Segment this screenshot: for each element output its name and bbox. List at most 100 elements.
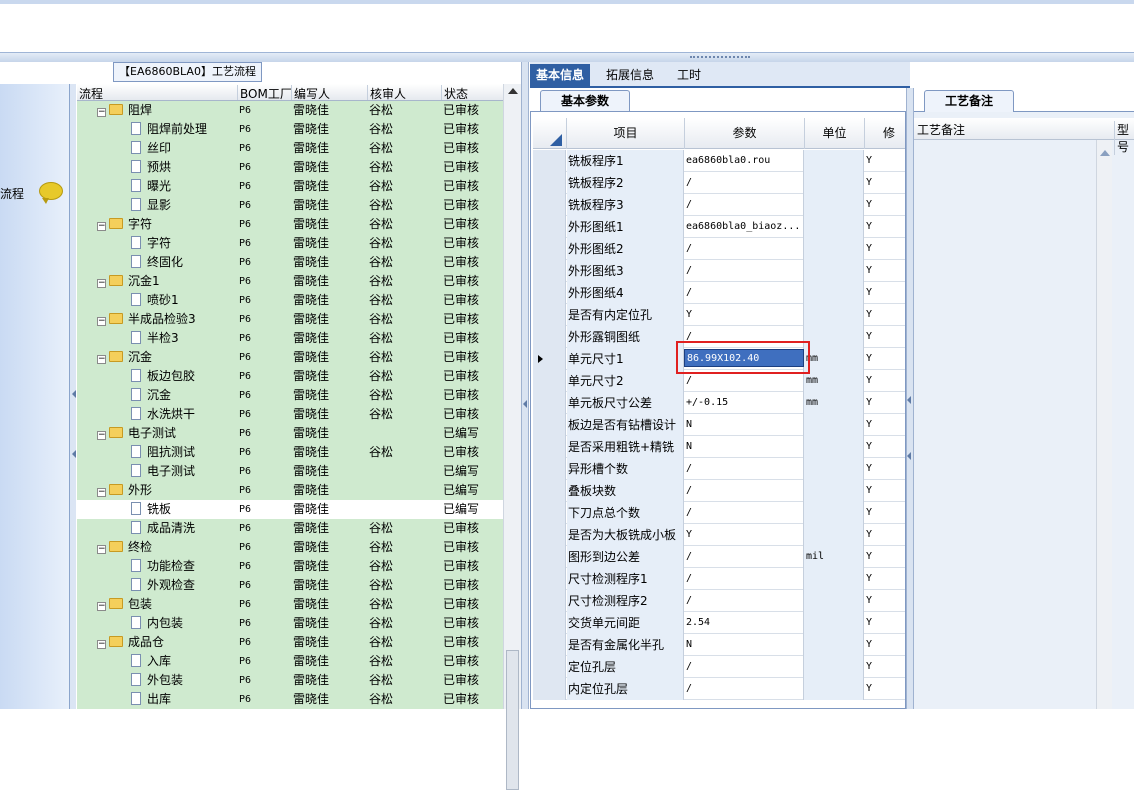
grid-cell-param[interactable]: /: [684, 678, 804, 700]
scroll-thumb[interactable]: [506, 650, 519, 790]
tree-node[interactable]: 阻焊前处理: [131, 120, 207, 139]
tree-node[interactable]: 成品清洗: [131, 519, 195, 538]
tree-row[interactable]: 丝印 P6 雷晓佳 谷松 已审核: [77, 139, 503, 158]
row-indicator[interactable]: [533, 656, 566, 678]
grid-cell-param[interactable]: /: [684, 656, 804, 678]
remarks-scrollbar[interactable]: [1096, 140, 1112, 709]
tree-row[interactable]: 阻焊前处理 P6 雷晓佳 谷松 已审核: [77, 120, 503, 139]
grid-row[interactable]: 外形图纸1 ea6860bla0_biaoz... Y: [533, 216, 905, 238]
tree-row[interactable]: 外包装 P6 雷晓佳 谷松 已审核: [77, 671, 503, 690]
tab-process-remarks[interactable]: 工艺备注: [924, 90, 1014, 112]
tab-basic-info[interactable]: 基本信息: [530, 64, 591, 86]
tree-node[interactable]: − 成品仓: [97, 633, 164, 652]
grid-row[interactable]: 外形图纸4/ Y: [533, 282, 905, 304]
tree-node[interactable]: − 字符: [97, 215, 152, 234]
grid-row[interactable]: 是否有内定位孔 Y Y: [533, 304, 905, 326]
tree-row[interactable]: − 终检 P6 雷晓佳 谷松 已审核: [77, 538, 503, 557]
row-indicator[interactable]: [533, 678, 566, 700]
tree-row[interactable]: 显影 P6 雷晓佳 谷松 已审核: [77, 196, 503, 215]
tree-row[interactable]: 成品清洗 P6 雷晓佳 谷松 已审核: [77, 519, 503, 538]
tree-row[interactable]: 外观检查 P6 雷晓佳 谷松 已审核: [77, 576, 503, 595]
collapse-icon[interactable]: −: [97, 279, 106, 288]
tree-row[interactable]: − 包装 P6 雷晓佳 谷松 已审核: [77, 595, 503, 614]
collapse-right-icon[interactable]: [907, 452, 911, 460]
grid-cell-param[interactable]: /: [684, 568, 804, 590]
tree-row[interactable]: 板边包胶 P6 雷晓佳 谷松 已审核: [77, 367, 503, 386]
grid-cell-param[interactable]: N: [684, 634, 804, 656]
grid-row[interactable]: 单元板尺寸公差 +/-0.15 mm Y: [533, 392, 905, 414]
tree-node[interactable]: 沉金: [131, 386, 171, 405]
tree-row[interactable]: 字符 P6 雷晓佳 谷松 已审核: [77, 234, 503, 253]
collapse-center-icon[interactable]: [523, 400, 527, 408]
tab-basic-params[interactable]: 基本参数: [540, 90, 630, 112]
tree-scrollbar[interactable]: [503, 84, 521, 790]
tree-node[interactable]: 预烘: [131, 158, 171, 177]
grid-cell-param[interactable]: /: [684, 282, 804, 304]
grid-row[interactable]: 叠板块数 / Y: [533, 480, 905, 502]
grid-cell-param[interactable]: Y: [684, 304, 804, 326]
tree-node[interactable]: − 沉金1: [97, 272, 160, 291]
tree-row[interactable]: − 字符 P6 雷晓佳 谷松 已审核: [77, 215, 503, 234]
row-indicator[interactable]: [533, 458, 566, 480]
grid-row[interactable]: 尺寸检测程序2/ Y: [533, 590, 905, 612]
row-indicator[interactable]: [533, 480, 566, 502]
tree-node[interactable]: 外包装: [131, 671, 183, 690]
collapse-icon[interactable]: −: [97, 431, 106, 440]
col-remarks[interactable]: 工艺备注: [917, 121, 965, 138]
tree-node[interactable]: 铣板: [131, 500, 171, 519]
col-param[interactable]: 参数: [684, 118, 804, 149]
row-indicator[interactable]: [533, 260, 566, 282]
tree-row[interactable]: 半检3 P6 雷晓佳 谷松 已审核: [77, 329, 503, 348]
row-indicator[interactable]: [533, 392, 566, 414]
tree-row[interactable]: − 沉金 P6 雷晓佳 谷松 已审核: [77, 348, 503, 367]
col-unit[interactable]: 单位: [804, 118, 864, 149]
tree-node[interactable]: 阻抗测试: [131, 443, 195, 462]
row-indicator[interactable]: [533, 590, 566, 612]
tree-row[interactable]: − 外形 P6 雷晓佳 已编写: [77, 481, 503, 500]
row-indicator[interactable]: [533, 326, 566, 348]
col-flow[interactable]: 流程: [77, 85, 103, 101]
grid-row[interactable]: 是否采用粗铣+精铣 N Y: [533, 436, 905, 458]
collapse-icon[interactable]: −: [97, 108, 106, 117]
grid-row[interactable]: 板边是否有钻槽设计 N Y: [533, 414, 905, 436]
grid-cell-param[interactable]: /: [684, 502, 804, 524]
tree-node[interactable]: 功能检查: [131, 557, 195, 576]
grid-row[interactable]: 图形到边公差 / mil Y: [533, 546, 905, 568]
tree-node[interactable]: 电子测试: [131, 462, 195, 481]
row-indicator[interactable]: [533, 568, 566, 590]
tree-node[interactable]: 内包装: [131, 614, 183, 633]
grid-row[interactable]: 铣板程序1 ea6860bla0.rou Y: [533, 150, 905, 172]
tree-row[interactable]: − 沉金1 P6 雷晓佳 谷松 已审核: [77, 272, 503, 291]
row-indicator[interactable]: [533, 304, 566, 326]
grid-cell-param[interactable]: /: [684, 238, 804, 260]
tree-row[interactable]: 功能检查 P6 雷晓佳 谷松 已审核: [77, 557, 503, 576]
grid-cell-param[interactable]: ea6860bla0.rou: [684, 150, 804, 172]
grid-row[interactable]: 铣板程序3/ Y: [533, 194, 905, 216]
row-indicator[interactable]: [533, 546, 566, 568]
row-indicator[interactable]: [533, 348, 566, 370]
collapse-icon[interactable]: −: [97, 602, 106, 611]
row-indicator[interactable]: [533, 194, 566, 216]
tree-node[interactable]: − 阻焊: [97, 101, 152, 120]
grid-row[interactable]: 外形图纸3/ Y: [533, 260, 905, 282]
tree-row[interactable]: 阻抗测试 P6 雷晓佳 谷松 已审核: [77, 443, 503, 462]
tree-row[interactable]: 水洗烘干 P6 雷晓佳 谷松 已审核: [77, 405, 503, 424]
tree-row[interactable]: 沉金 P6 雷晓佳 谷松 已审核: [77, 386, 503, 405]
tree-row[interactable]: 电子测试 P6 雷晓佳 已编写: [77, 462, 503, 481]
row-indicator[interactable]: [533, 634, 566, 656]
tree-row[interactable]: − 成品仓 P6 雷晓佳 谷松 已审核: [77, 633, 503, 652]
tree-row[interactable]: 预烘 P6 雷晓佳 谷松 已审核: [77, 158, 503, 177]
tree-row[interactable]: 入库 P6 雷晓佳 谷松 已审核: [77, 652, 503, 671]
tree-row[interactable]: − 电子测试 P6 雷晓佳 已编写: [77, 424, 503, 443]
row-indicator[interactable]: [533, 150, 566, 172]
col-model[interactable]: 型号: [1114, 121, 1134, 155]
tree-node[interactable]: 半检3: [131, 329, 179, 348]
tree-node[interactable]: 丝印: [131, 139, 171, 158]
col-modify[interactable]: 修改: [864, 118, 905, 149]
chat-bubble-icon[interactable]: [39, 182, 63, 204]
tree-node[interactable]: − 终检: [97, 538, 152, 557]
grid-cell-param[interactable]: /: [684, 590, 804, 612]
tree-row[interactable]: 铣板 P6 雷晓佳 已编写: [77, 500, 503, 519]
row-indicator[interactable]: [533, 282, 566, 304]
row-indicator[interactable]: [533, 370, 566, 392]
